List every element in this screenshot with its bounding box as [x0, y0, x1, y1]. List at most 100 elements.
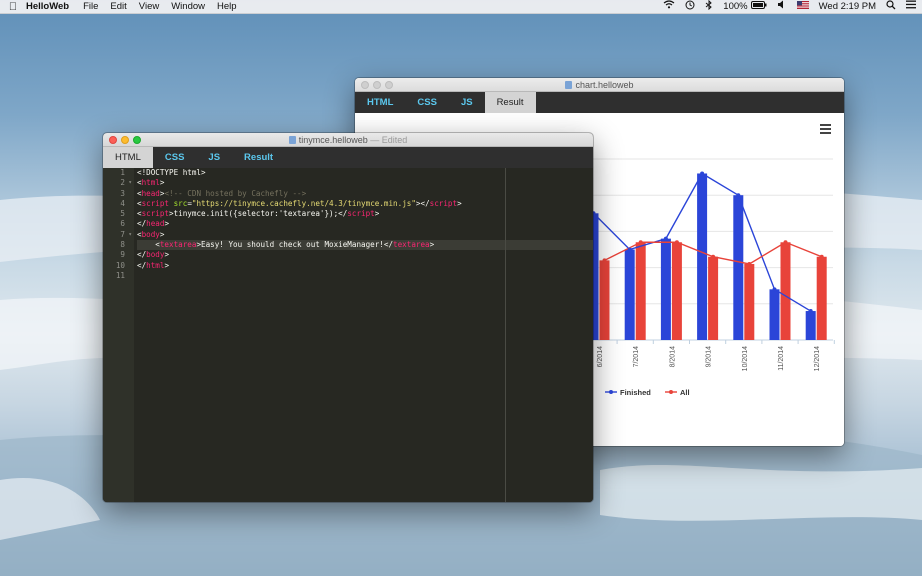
fold-arrow-icon[interactable]: ▾: [128, 178, 132, 188]
bar-finished: [624, 249, 635, 340]
code-line[interactable]: </body>: [137, 250, 593, 260]
zoom-button[interactable]: [385, 81, 393, 89]
chart-menu-icon[interactable]: [820, 124, 831, 136]
tab-js[interactable]: JS: [196, 147, 232, 168]
tab-html[interactable]: HTML: [103, 147, 153, 168]
line-number: 6: [120, 219, 125, 229]
line-number: 1: [120, 168, 125, 177]
bar-all: [816, 256, 827, 340]
point-finished: [663, 236, 668, 241]
code-token: body: [146, 250, 165, 260]
battery-icon[interactable]: [750, 0, 767, 14]
bluetooth-icon[interactable]: [705, 0, 713, 15]
fold-arrow-icon[interactable]: ▾: [128, 230, 132, 240]
notification-center-icon[interactable]: [906, 0, 916, 14]
bar-all: [708, 256, 719, 340]
code-area[interactable]: <!DOCTYPE html> <html> <head><!-- CDN host…: [137, 168, 593, 281]
line-number: 8: [120, 240, 125, 250]
code-line[interactable]: </head>: [137, 219, 593, 229]
point-all: [602, 258, 607, 263]
code-token: html: [141, 178, 160, 188]
point-finished: [772, 287, 777, 292]
code-token: script: [141, 198, 170, 208]
minimize-button[interactable]: [121, 136, 129, 144]
x-tick-label: 9/2014: [706, 346, 713, 368]
chart-window-titlebar[interactable]: chart.helloweb: [355, 78, 844, 92]
point-all: [747, 261, 752, 266]
line-number: 7 ▾: [120, 229, 132, 240]
menu-clock[interactable]: Wed 2:19 PM: [819, 0, 876, 14]
line-number: 2 ▾: [120, 178, 132, 188]
code-token: textarea: [159, 240, 197, 250]
code-line[interactable]: <script src="https://tinymce.cachefly.ne…: [137, 199, 593, 209]
code-line[interactable]: <head><!-- CDN hosted by Cachefly -->: [137, 189, 593, 199]
close-button[interactable]: [361, 81, 369, 89]
code-token: textarea: [393, 240, 430, 250]
status-area: 100% Wed 2:19 PM: [653, 0, 916, 14]
bar-all: [780, 242, 791, 340]
zoom-button[interactable]: [133, 136, 141, 144]
editor-window-titlebar[interactable]: tinymce.helloweb — Edited: [103, 133, 593, 147]
code-token: >: [429, 240, 435, 250]
minimize-button[interactable]: [373, 81, 381, 89]
tab-js[interactable]: JS: [449, 92, 485, 113]
menu-help[interactable]: Help: [217, 0, 237, 14]
code-token: >tinymce.init({selector:'textarea'});</: [169, 209, 348, 219]
menu-view[interactable]: View: [139, 0, 159, 14]
bar-all: [671, 242, 682, 340]
bar-finished: [769, 289, 780, 340]
menu-edit[interactable]: Edit: [110, 0, 126, 14]
legend-marker-all: [669, 390, 673, 394]
chart-window-title: chart.helloweb: [575, 80, 634, 90]
document-icon: [565, 81, 573, 89]
volume-icon[interactable]: [777, 0, 787, 14]
code-token: body: [141, 229, 160, 239]
print-margin-line: [505, 168, 506, 502]
tab-css[interactable]: CSS: [153, 147, 197, 168]
code-token: src: [173, 198, 188, 208]
close-button[interactable]: [109, 136, 117, 144]
tab-css[interactable]: CSS: [405, 92, 449, 113]
wifi-icon[interactable]: [663, 0, 675, 14]
code-line[interactable]: <html>: [137, 178, 593, 188]
point-finished: [627, 247, 632, 252]
code-editor[interactable]: 1 2 ▾ 3 4 5 6 7 ▾ 8 9 10 11 <!DOCTYPE html> <html> <he…: [103, 168, 593, 502]
tab-result[interactable]: Result: [484, 92, 536, 113]
code-line[interactable]: </html>: [137, 261, 593, 271]
code-line[interactable]: <body>: [137, 230, 593, 240]
point-all: [711, 254, 716, 259]
line-number: 11: [115, 270, 125, 280]
bar-finished: [733, 195, 744, 340]
document-icon: [288, 136, 296, 144]
code-token: script: [429, 198, 458, 208]
legend-marker-finished: [609, 390, 613, 394]
apple-icon[interactable]: : [0, 1, 26, 13]
code-line[interactable]: [137, 271, 593, 281]
menu-file[interactable]: File: [83, 0, 98, 14]
code-token: head: [141, 188, 160, 198]
time-machine-icon[interactable]: [685, 0, 695, 15]
code-line[interactable]: <textarea>Easy! You should check out Mox…: [137, 240, 593, 251]
menu-window[interactable]: Window: [171, 0, 205, 14]
editor-tab-bar: HTML CSS JS Result: [103, 147, 593, 168]
code-token: script: [347, 209, 375, 219]
bar-all: [599, 260, 610, 340]
flag-icon[interactable]: [796, 0, 809, 14]
line-number-gutter: 1 2 ▾ 3 4 5 6 7 ▾ 8 9 10 11: [103, 168, 134, 502]
point-all: [674, 240, 679, 245]
spotlight-search-icon[interactable]: [886, 0, 896, 15]
code-line[interactable]: <script>tinymce.init({selector:'textarea…: [137, 209, 593, 219]
point-all: [638, 240, 643, 245]
code-token: >Easy! You should check out MoxieManager…: [196, 240, 394, 250]
bar-all: [744, 263, 755, 340]
code-token: >: [164, 260, 170, 270]
point-finished: [736, 193, 741, 198]
code-line[interactable]: <!DOCTYPE html>: [137, 168, 593, 178]
x-tick-label: 12/2014: [814, 346, 821, 371]
code-token: <!-- CDN hosted by Cachefly -->: [164, 188, 307, 198]
x-tick-label: 8/2014: [669, 346, 676, 368]
tab-result[interactable]: Result: [232, 147, 285, 168]
tab-html[interactable]: HTML: [355, 92, 405, 113]
code-token: html: [146, 260, 165, 270]
menu-app-name[interactable]: HelloWeb: [26, 0, 69, 14]
